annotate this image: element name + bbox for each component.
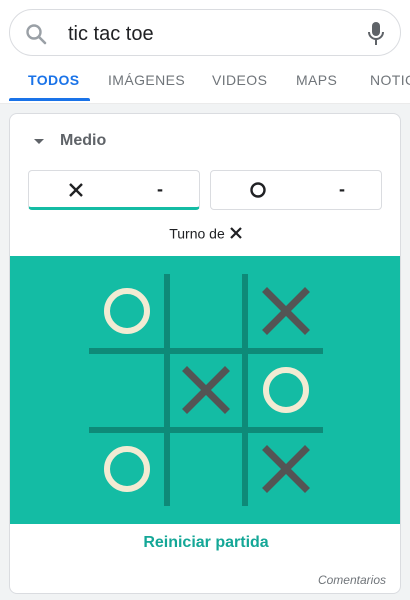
tic-tac-toe-card: Medio - - Turno de Reiniciar partida Com…	[9, 113, 401, 594]
reset-game-button[interactable]: Reiniciar partida	[10, 534, 400, 552]
search-input[interactable]: tic tac toe	[68, 22, 154, 46]
player-o-score: -	[210, 170, 382, 210]
board-cell-empty[interactable]	[172, 277, 240, 345]
search-icon[interactable]	[24, 22, 48, 46]
board-cell-o[interactable]	[104, 288, 150, 334]
x-icon	[69, 183, 83, 197]
board-cell-empty[interactable]	[172, 435, 240, 503]
game-board[interactable]	[10, 256, 400, 524]
board-cell-x[interactable]	[262, 287, 310, 335]
feedback-link[interactable]: Comentarios	[318, 573, 386, 587]
player-o-score-value: -	[339, 179, 345, 199]
board-cell-o[interactable]	[104, 446, 150, 492]
tab-todos[interactable]: TODOS	[28, 72, 80, 88]
player-x-score-value: -	[157, 179, 163, 199]
player-x-score: -	[28, 170, 200, 210]
board-cell-x[interactable]	[262, 445, 310, 493]
difficulty-label: Medio	[60, 132, 107, 149]
tab-noticias[interactable]: NOTIC	[370, 72, 410, 88]
board-cell-o[interactable]	[263, 367, 309, 413]
tab-imagenes[interactable]: IMÁGENES	[108, 72, 185, 88]
search-bar[interactable]: tic tac toe	[9, 9, 401, 56]
turn-indicator: Turno de	[10, 224, 400, 242]
header: tic tac toe TODOS IMÁGENES VIDEOS MAPS N…	[0, 0, 410, 104]
x-icon	[229, 227, 242, 240]
microphone-icon[interactable]	[366, 21, 386, 47]
tab-maps[interactable]: MAPS	[296, 72, 337, 88]
tab-videos[interactable]: VIDEOS	[212, 72, 267, 88]
board-cell-empty[interactable]	[93, 356, 161, 424]
game-board-grid	[89, 274, 323, 506]
caret-down-icon	[34, 138, 44, 144]
board-cell-x[interactable]	[182, 366, 230, 414]
difficulty-dropdown[interactable]: Medio	[34, 132, 106, 150]
turn-label: Turno de	[169, 225, 225, 242]
active-tab-indicator	[9, 98, 90, 101]
o-icon	[250, 182, 266, 198]
search-tabs: TODOS IMÁGENES VIDEOS MAPS NOTIC	[0, 60, 410, 104]
